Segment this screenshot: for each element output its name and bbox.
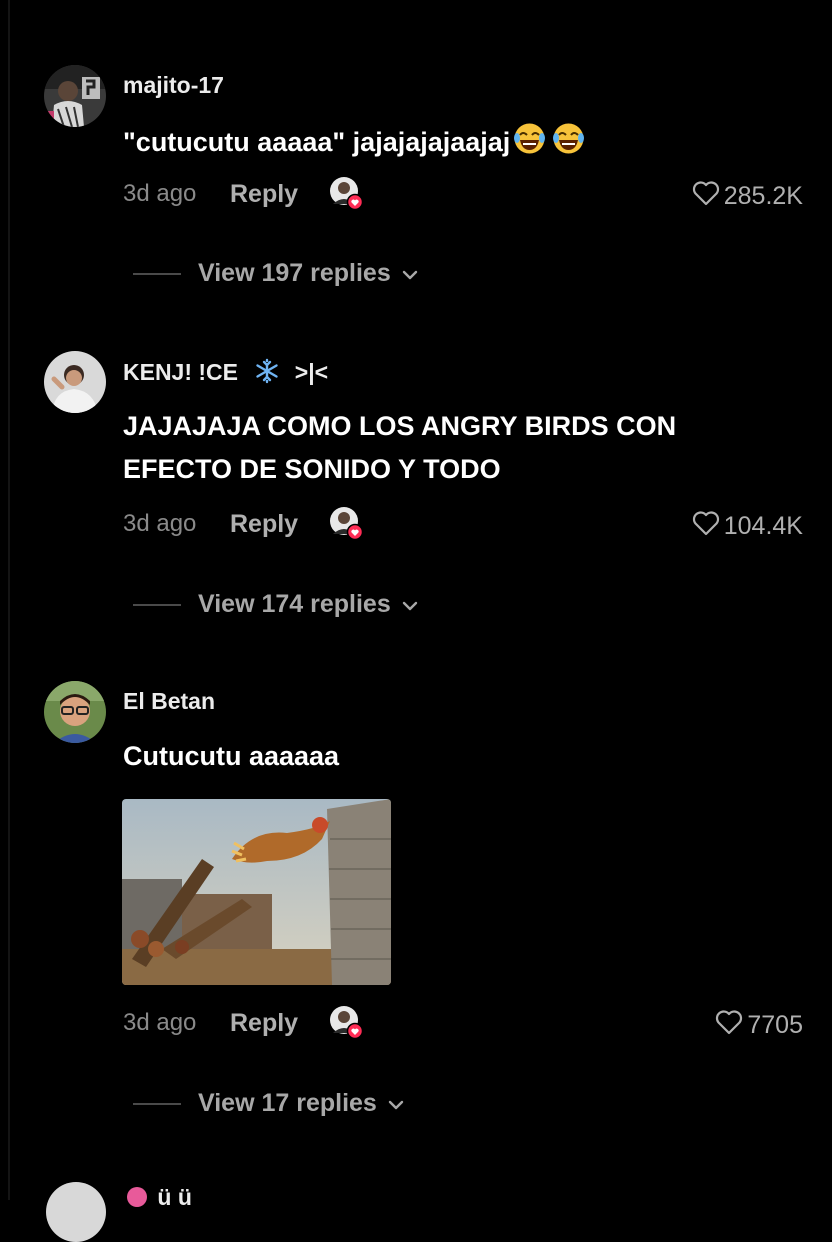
like-button[interactable]: 7705 — [715, 1009, 803, 1042]
like-count: 104.4K — [723, 512, 803, 540]
comment-text-line: JAJAJAJA COMO LOS ANGRY BIRDS CON — [123, 411, 677, 441]
comment-username-suffix: >|< — [294, 359, 329, 385]
snowflake-icon — [254, 358, 280, 390]
comment-text-content: "cutucutu aaaaa" jajajajajaajaj — [123, 127, 511, 157]
comment-text-line: EFECTO DE SONIDO Y TODO — [123, 454, 501, 484]
comment-text: JAJAJAJA COMO LOS ANGRY BIRDS CON EFECTO… — [123, 405, 676, 491]
like-button[interactable]: 285.2K — [692, 180, 803, 213]
like-button[interactable]: 104.4K — [692, 510, 803, 543]
comment-text: "cutucutu aaaaa" jajajajajaajaj — [123, 121, 585, 168]
avatar[interactable] — [46, 1182, 106, 1242]
like-count: 285.2K — [723, 182, 803, 210]
reply-button[interactable]: Reply — [230, 180, 298, 209]
heart-outline-icon — [692, 180, 720, 213]
comment-actions: 3d ago Reply 7705 — [123, 1006, 803, 1043]
replies-divider-line — [133, 603, 181, 606]
view-replies-button[interactable]: View 17 replies — [133, 1089, 405, 1118]
comment-timestamp: 3d ago — [123, 510, 197, 537]
reply-button[interactable]: Reply — [230, 1009, 298, 1038]
comment-timestamp: 3d ago — [123, 180, 197, 207]
pink-face-icon — [127, 1187, 147, 1207]
chevron-down-icon — [401, 259, 419, 288]
avatar[interactable] — [44, 681, 106, 743]
comment-username[interactable]: majito-17 — [123, 72, 224, 99]
comment-username[interactable]: El Betan — [123, 688, 215, 715]
avatar[interactable] — [44, 351, 106, 413]
replies-divider-line — [133, 1102, 181, 1105]
comment-text: Cutucutu aaaaaa — [123, 741, 340, 771]
left-panel-divider — [8, 0, 10, 1200]
chevron-down-icon — [401, 590, 419, 619]
comment-username[interactable]: KENJ! !CE >|< — [123, 358, 328, 390]
comment-actions: 3d ago Reply 104.4K — [123, 507, 803, 544]
comment-actions: 3d ago Reply 285.2K — [123, 177, 803, 214]
like-count: 7705 — [747, 1011, 803, 1039]
chevron-down-icon — [387, 1089, 405, 1118]
comment-attachment-image[interactable] — [122, 799, 391, 985]
face-with-tears-of-joy-icon — [513, 122, 546, 168]
comment-username[interactable]: ü ü — [127, 1184, 192, 1211]
replies-divider-line — [133, 272, 181, 275]
reply-button[interactable]: Reply — [230, 510, 298, 539]
view-replies-button[interactable]: View 174 replies — [133, 590, 419, 619]
view-replies-button[interactable]: View 197 replies — [133, 259, 419, 288]
heart-outline-icon — [715, 1009, 743, 1042]
face-with-tears-of-joy-icon — [552, 122, 585, 168]
creator-liked-avatar-icon — [329, 506, 364, 541]
creator-liked-avatar-icon — [329, 1005, 364, 1040]
view-replies-label: View 174 replies — [198, 590, 391, 618]
view-replies-label: View 17 replies — [198, 1089, 377, 1117]
creator-liked-avatar-icon — [329, 176, 364, 211]
comment-timestamp: 3d ago — [123, 1009, 197, 1036]
heart-outline-icon — [692, 510, 720, 543]
comment-username-text: KENJ! !CE — [123, 359, 239, 385]
view-replies-label: View 197 replies — [198, 259, 391, 287]
avatar[interactable] — [44, 65, 106, 127]
comment-username-text: ü ü — [157, 1184, 192, 1210]
